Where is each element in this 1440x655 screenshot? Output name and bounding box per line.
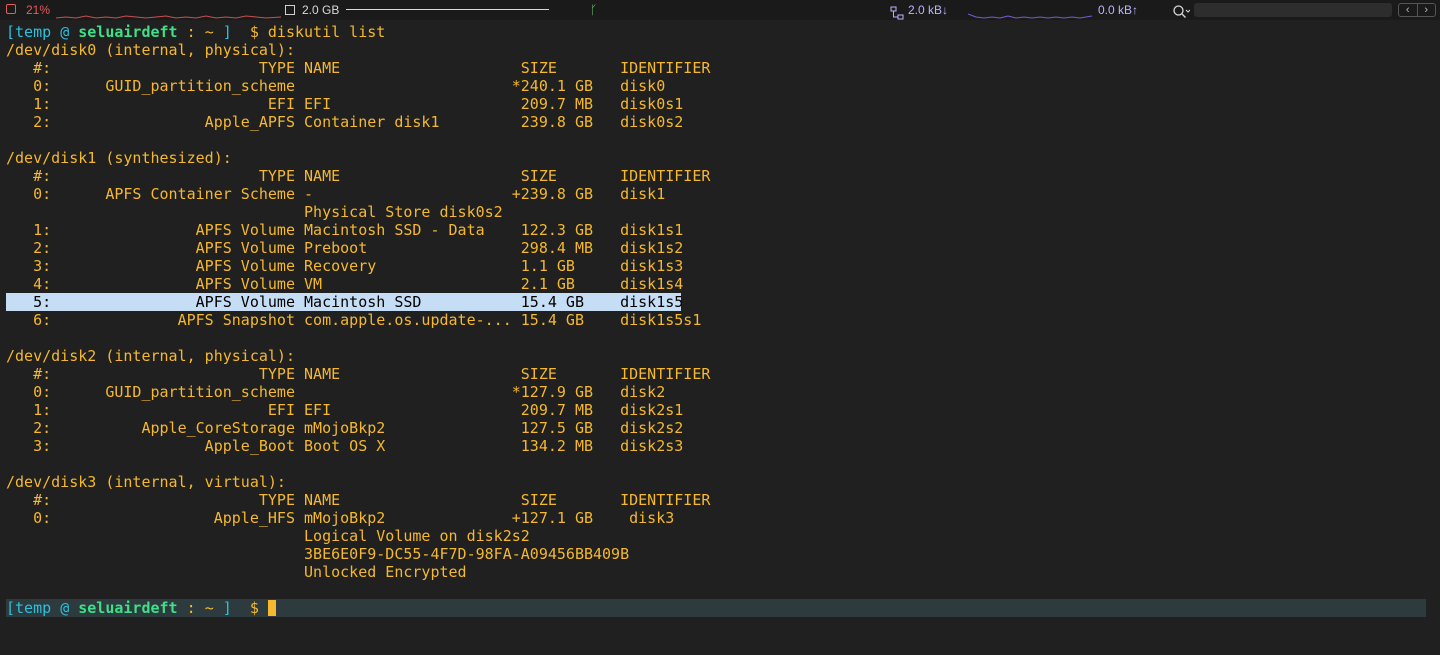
output-line: 2: Apple_APFS Container disk1 239.8 GB d… <box>6 113 684 131</box>
network-icon <box>890 6 904 20</box>
output-line: 1: APFS Volume Macintosh SSD - Data 122.… <box>6 221 684 239</box>
output-line: 0: GUID_partition_scheme *127.9 GB disk2 <box>6 383 666 401</box>
prompt-at: @ <box>60 599 70 617</box>
command-line: [temp @ seluairdeft : ~ ] $ diskutil lis… <box>6 23 1434 41</box>
command-output: /dev/disk0 (internal, physical): #: TYPE… <box>6 41 1434 581</box>
prompt-user: temp <box>15 599 52 617</box>
prompt-close-bracket: ] <box>222 599 232 617</box>
output-line: #: TYPE NAME SIZE IDENTIFIER <box>6 491 711 509</box>
output-line: #: TYPE NAME SIZE IDENTIFIER <box>6 59 711 77</box>
cpu-graph <box>56 15 281 19</box>
output-line: #: TYPE NAME SIZE IDENTIFIER <box>6 365 711 383</box>
output-line: /dev/disk1 (synthesized): <box>6 149 232 167</box>
output-line: Unlocked Encrypted <box>6 563 467 581</box>
prompt-open-bracket: [ <box>6 23 16 41</box>
cpu-icon <box>6 4 16 14</box>
prompt-path: ~ <box>204 599 214 617</box>
network-upload: 0.0 kB↑ <box>1098 3 1139 17</box>
output-line: 2: Apple_CoreStorage mMojoBkp2 127.5 GB … <box>6 419 684 437</box>
branch-icon: ᚴ <box>590 3 598 17</box>
prompt-user: temp <box>15 23 52 41</box>
output-line: 0: GUID_partition_scheme *240.1 GB disk0 <box>6 77 666 95</box>
prompt-close-bracket: ] <box>222 23 232 41</box>
terminal-output[interactable]: [temp @ seluairdeft : ~ ] $ diskutil lis… <box>6 23 1434 581</box>
output-line: 3: APFS Volume Recovery 1.1 GB disk1s3 <box>6 257 684 275</box>
search-input[interactable] <box>1194 3 1392 17</box>
output-line: /dev/disk0 (internal, physical): <box>6 41 295 59</box>
output-line: 4: APFS Volume VM 2.1 GB disk1s4 <box>6 275 684 293</box>
output-line: Physical Store disk0s2 <box>6 203 503 221</box>
output-line: 0: APFS Container Scheme - +239.8 GB dis… <box>6 185 666 203</box>
text-cursor <box>267 600 276 616</box>
prompt-path: ~ <box>204 23 214 41</box>
memory-graph <box>346 9 549 10</box>
search-next-button[interactable]: › <box>1416 4 1436 16</box>
output-line: 1: EFI EFI 209.7 MB disk2s1 <box>6 401 684 419</box>
output-line: 0: Apple_HFS mMojoBkp2 +127.1 GB disk3 <box>6 509 675 527</box>
command-text: diskutil list <box>267 23 386 41</box>
prompt-symbol: $ <box>249 599 259 617</box>
output-line: 5: APFS Volume Macintosh SSD 15.4 GB dis… <box>6 293 684 311</box>
output-line: 1: EFI EFI 209.7 MB disk0s1 <box>6 95 684 113</box>
prompt-host: seluairdeft <box>78 599 178 617</box>
output-line: 3BE6E0F9-DC55-4F7D-98FA-A09456BB409B <box>6 545 630 563</box>
search-nav: ‹ › <box>1398 3 1436 17</box>
output-line: #: TYPE NAME SIZE IDENTIFIER <box>6 167 711 185</box>
network-download: 2.0 kB↓ <box>908 3 949 17</box>
prompt-symbol: $ <box>249 23 259 41</box>
prompt-host: seluairdeft <box>78 23 178 41</box>
output-line: 2: APFS Volume Preboot 298.4 MB disk1s2 <box>6 239 684 257</box>
prompt-separator: : <box>186 23 196 41</box>
prompt-open-bracket: [ <box>6 599 16 617</box>
search-icon[interactable] <box>1172 2 1190 22</box>
prompt-at: @ <box>60 23 70 41</box>
output-line: /dev/disk2 (internal, physical): <box>6 347 295 365</box>
memory-icon <box>285 5 295 15</box>
network-graph <box>968 13 1092 19</box>
memory-usage: 2.0 GB <box>302 3 340 17</box>
search-prev-button[interactable]: ‹ <box>1399 4 1417 16</box>
output-line: 3: Apple_Boot Boot OS X 134.2 MB disk2s3 <box>6 437 684 455</box>
output-line: /dev/disk3 (internal, virtual): <box>6 473 286 491</box>
menu-bar-status: 21% 2.0 GB ᚴ 2.0 kB↓ 0.0 kB↑ ‹ › <box>0 0 1440 20</box>
cpu-usage: 21% <box>26 3 51 17</box>
prompt-separator: : <box>186 599 196 617</box>
output-line: 6: APFS Snapshot com.apple.os.update-...… <box>6 311 702 329</box>
output-line: Logical Volume on disk2s2 <box>6 527 530 545</box>
active-prompt-line[interactable]: [temp @ seluairdeft : ~ ] $ <box>6 599 1426 617</box>
